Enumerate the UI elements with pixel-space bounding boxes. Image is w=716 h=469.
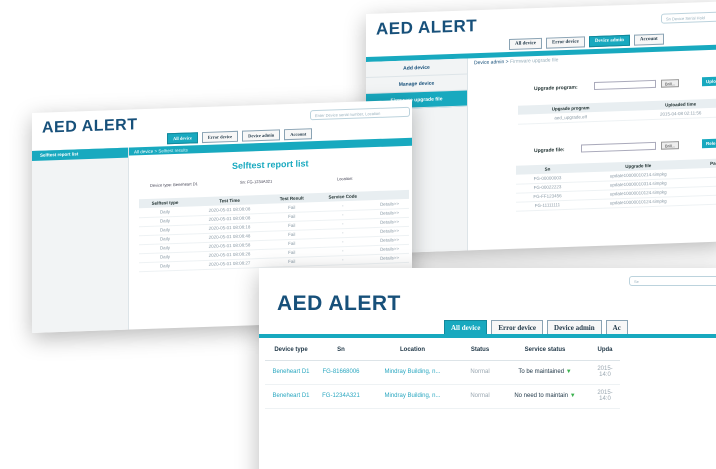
table-row[interactable]: Beneheart D1 FG-1234A321 Mindray Buildin… [265,384,620,409]
updated-clock: 14:0 [599,396,611,402]
nav-bar [259,334,716,338]
service-status-text: No need to maintain [514,393,569,399]
device-location-info: Location: [337,175,354,182]
device-sn-info: Sn: FG-1234A321 [240,178,273,185]
tab-device-admin[interactable]: Device admin [588,34,630,48]
column-header: Sn [317,340,365,361]
sidebar-item-selftest-report[interactable]: Selftest report list [32,147,128,161]
tab-all-device[interactable]: All device [509,37,542,51]
device-type-info: Device type: Beneheart D1 [150,181,198,188]
table-row[interactable]: Beneheart D1 FG-81668006 Mindray Buildin… [265,360,620,385]
breadcrumb-current: Selftest results [158,147,188,154]
tab-error-device[interactable]: Error device [201,130,239,144]
details-link[interactable]: Details>> [370,252,409,264]
tab-account[interactable]: Account [284,128,313,141]
app-logo: AED ALERT [376,16,478,39]
updated-clock: 14:0 [599,372,611,378]
upload-program-button[interactable]: Uplo [702,76,716,87]
column-header: Location [365,340,460,361]
page-title: Selftest report list [232,158,309,172]
selftest-table: Selftest type Test Time Test Result Serv… [139,189,409,272]
side-menu: Selftest report list [32,147,129,333]
app-logo: AED ALERT [277,292,401,315]
file-package: 9 [697,193,716,205]
selftest-type: Daily [139,260,191,272]
device-sn[interactable]: FG-1234A321 [317,384,365,409]
updated-time: 2015- 14:0 [590,384,620,409]
updated-time: 2015- 14:0 [590,360,620,385]
breadcrumb-root[interactable]: Device admin > [474,59,509,66]
device-table: Device type Sn Location Status Service s… [265,340,620,409]
screenshot-collage: AED ALERT Sn Device Serial Hold All devi… [0,0,716,469]
column-header: Device type [265,340,317,361]
breadcrumb-current: Firmware upgrade file [510,57,559,65]
tab-error-device[interactable]: Error device [545,36,585,49]
upgrade-file-field[interactable] [581,141,656,153]
column-header: Upda [590,340,620,361]
devices-window: AED ALERT Se All device Error device Dev… [259,268,716,469]
column-header: Status [460,340,500,361]
tab-all-device[interactable]: All device [167,132,198,145]
tab-account[interactable]: Account [633,33,664,46]
app-logo: AED ALERT [42,116,138,137]
upgrade-program-label: Upgrade program: [534,84,578,93]
device-location[interactable]: Mindray Building, n... [365,360,460,385]
service-status[interactable]: No need to maintain ▼ [500,384,590,409]
column-header: Service status [500,340,590,361]
upgrade-window: AED ALERT Sn Device Serial Hold All devi… [366,1,716,254]
tab-device-admin[interactable]: Device admin [242,129,281,142]
selftest-result: Fail [268,256,316,267]
device-sn[interactable]: FG-81668006 [317,360,365,385]
breadcrumb-root[interactable]: All device > [134,149,157,155]
upgrade-file-label: Upgrade file: [534,147,565,155]
device-status: Normal [460,384,500,409]
breadcrumb: Device admin > Firmware upgrade file [474,57,558,66]
device-status: Normal [460,360,500,385]
device-type[interactable]: Beneheart D1 [265,360,317,385]
file-sn: FG-11111111 [516,199,579,211]
search-input[interactable]: Enter Device serial number, Location [310,106,410,121]
release-button[interactable]: Rele [702,138,716,149]
device-type[interactable]: Beneheart D1 [265,384,317,409]
upgrade-file-table: Sn Upgrade file Package FG-00000003 upda… [516,157,716,211]
search-input[interactable]: Sn Device Serial Hold [661,11,716,24]
service-status[interactable]: To be maintained ▼ [500,360,590,385]
upgrade-program-field[interactable] [594,79,656,91]
search-input[interactable]: Se [629,276,716,286]
selftest-code: - [315,254,371,266]
browse-file-button[interactable]: Brill... [661,141,679,150]
device-location[interactable]: Mindray Building, n... [365,384,460,409]
service-status-text: To be maintained [518,369,565,375]
chevron-down-icon[interactable]: ▼ [570,393,576,399]
chevron-down-icon[interactable]: ▼ [566,369,572,375]
selftest-time: 2020-05-01 08:08:27 [190,257,269,270]
browse-program-button[interactable]: Brill... [661,79,679,88]
program-table: Upgrade program Uploaded time aed_upgrad… [518,98,716,124]
